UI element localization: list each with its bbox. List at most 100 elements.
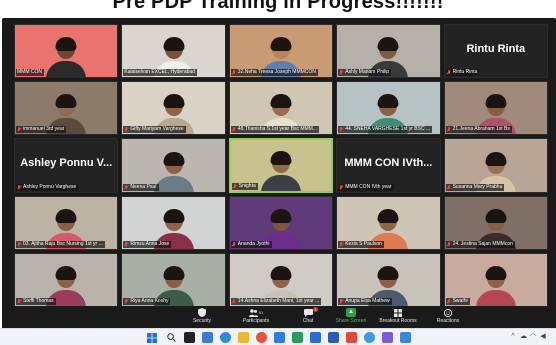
edge-browser-icon[interactable] bbox=[220, 332, 231, 343]
zoom-icon[interactable] bbox=[364, 332, 375, 343]
wifi-icon[interactable]: ◠ bbox=[530, 333, 536, 341]
participant-hair bbox=[270, 37, 292, 52]
participant-tile[interactable]: Anupa Elsa Mathew bbox=[336, 252, 441, 307]
participant-tile[interactable]: 48.Thanisha S.1st year Bsc MMM... bbox=[228, 81, 334, 136]
participant-tile[interactable]: Snighta bbox=[228, 138, 334, 193]
meeting-toolbar: Security 51 Participants 1 Chat ▲ Share … bbox=[2, 306, 556, 328]
banner-title: Pre PDP Training in Progress!!!!!!! bbox=[112, 0, 444, 13]
app-icon[interactable] bbox=[292, 332, 303, 343]
mic-muted-icon bbox=[124, 127, 128, 132]
widgets-icon[interactable] bbox=[202, 332, 213, 343]
chrome-icon[interactable] bbox=[256, 332, 267, 343]
volume-icon[interactable]: ◀ bbox=[540, 333, 546, 341]
cloud-icon[interactable]: ☁ bbox=[520, 333, 527, 341]
participant-name: 21.Jeena Abraham 1st Bs bbox=[452, 126, 510, 133]
mic-muted-icon bbox=[232, 127, 236, 132]
mic-muted-icon bbox=[447, 70, 451, 75]
participant-tile[interactable]: Neena Paul bbox=[121, 138, 226, 193]
participant-tile[interactable]: Susanna Mary Prabhu bbox=[443, 138, 548, 193]
participant-name-label: Rintu Rinta bbox=[445, 69, 480, 77]
participant-tile[interactable]: Riya Anna Koshy bbox=[121, 252, 226, 307]
mic-muted-icon bbox=[232, 70, 236, 75]
mic-muted-icon bbox=[17, 298, 21, 304]
file-explorer-icon[interactable] bbox=[238, 332, 249, 343]
mic-muted-icon bbox=[447, 184, 451, 190]
participant-hair bbox=[377, 94, 399, 109]
mail-icon[interactable] bbox=[310, 332, 321, 343]
participant-name-label: 44. SNEHA VARGHESE 1st yr BSC ... bbox=[338, 126, 433, 134]
participant-name-label: Kezia S Paulson bbox=[338, 240, 384, 248]
participant-tile[interactable]: MMM CON IVth... MMM CON IVth year bbox=[336, 138, 441, 193]
participant-tile[interactable]: 14.Ashna Elizabeth Mani, 1st year ... bbox=[228, 252, 334, 307]
mic-muted-icon bbox=[124, 298, 128, 304]
participant-hair bbox=[485, 265, 507, 280]
participant-hair bbox=[485, 94, 507, 109]
store-icon[interactable] bbox=[274, 332, 285, 343]
participant-name: Steffi Thomas bbox=[23, 297, 54, 304]
participant-name: 03. Ajitha Raju Bsc Nursing 1st yr ... bbox=[23, 240, 103, 247]
participant-name-label: Riya Anna Koshy bbox=[123, 297, 171, 305]
task-view-icon[interactable] bbox=[184, 332, 195, 343]
participant-name: immanuel 3rd year bbox=[23, 126, 65, 133]
security-button[interactable]: Security bbox=[174, 308, 230, 328]
participant-name-label: Rimsu Anna Jose bbox=[123, 240, 172, 248]
participant-name-label: Neena Paul bbox=[123, 183, 159, 191]
participant-hair bbox=[55, 208, 77, 223]
participant-tile[interactable]: Ashley Ponnu V... Ashley Ponnu Varghese bbox=[14, 138, 119, 193]
participant-tile[interactable]: Ashly Mariam Philip bbox=[336, 24, 441, 79]
mic-muted-icon bbox=[17, 184, 21, 190]
participant-tile[interactable]: 03. Ajitha Raju Bsc Nursing 1st yr ... bbox=[14, 195, 119, 250]
participant-hair bbox=[55, 94, 77, 109]
participants-button[interactable]: 51 Participants bbox=[228, 308, 284, 328]
participant-tile[interactable]: 21.Jeena Abraham 1st Bs bbox=[443, 81, 548, 136]
participant-name: Neena Paul bbox=[130, 183, 157, 190]
windows-start-icon[interactable] bbox=[146, 332, 157, 343]
participant-tile[interactable]: Gifty Mariyam Varghese bbox=[121, 81, 226, 136]
participant-tile[interactable]: Rimsu Anna Jose bbox=[121, 195, 226, 250]
participant-tile[interactable]: Ananda Jyothi bbox=[228, 195, 334, 250]
participants-count: 51 bbox=[258, 310, 264, 315]
participant-hair bbox=[270, 94, 292, 109]
participant-tile[interactable]: Kezia S Paulson bbox=[336, 195, 441, 250]
participant-tile[interactable]: Swathi bbox=[443, 252, 548, 307]
share-screen-icon: ▲ bbox=[346, 308, 356, 317]
word-icon[interactable] bbox=[328, 332, 339, 343]
search-icon[interactable] bbox=[166, 332, 177, 343]
participants-label: Participants bbox=[242, 318, 270, 324]
participant-name: MMM CON bbox=[17, 69, 42, 76]
participant-name: 48.Thanisha S.1st year Bsc MMM... bbox=[237, 126, 317, 133]
participant-hair bbox=[163, 94, 185, 109]
shield-icon bbox=[198, 308, 207, 317]
participant-video bbox=[153, 151, 194, 192]
chevron-up-icon[interactable]: ^ bbox=[510, 333, 516, 341]
participant-tile[interactable]: Steffi Thomas bbox=[14, 252, 119, 307]
participant-hair bbox=[163, 37, 185, 52]
breakout-rooms-button[interactable]: Breakout Rooms bbox=[370, 308, 426, 328]
mic-muted-icon bbox=[339, 127, 343, 132]
participant-tile[interactable]: 24. Jestina Sajan MMMcon bbox=[443, 195, 548, 250]
participant-hair bbox=[163, 151, 185, 166]
participant-name-label: Ashley Ponnu Varghese bbox=[16, 183, 79, 191]
participant-name-label: Susanna Mary Prabhu bbox=[445, 183, 505, 191]
participant-name-label: 03. Ajitha Raju Bsc Nursing 1st yr ... bbox=[16, 240, 105, 248]
participant-hair bbox=[163, 265, 185, 280]
participant-tile[interactable]: 32.Neha Treesa Joseph MMMCON bbox=[228, 24, 334, 79]
participant-tile[interactable]: Kalaiselvan EXCEL, Hyderabad bbox=[121, 24, 226, 79]
powerpoint-icon[interactable] bbox=[346, 332, 357, 343]
participant-tile[interactable]: immanuel 3rd year bbox=[14, 81, 119, 136]
participant-body bbox=[260, 174, 301, 191]
participant-body bbox=[475, 289, 516, 306]
reactions-button[interactable]: Reactions bbox=[420, 308, 476, 328]
participant-tile[interactable]: MMM CON bbox=[14, 24, 119, 79]
mic-muted-icon bbox=[447, 127, 451, 132]
mic-muted-icon bbox=[339, 241, 343, 247]
participant-name-label: Gifty Mariyam Varghese bbox=[123, 126, 186, 134]
participant-display-name: Rintu Rinta bbox=[466, 42, 526, 55]
participant-name-label: immanuel 3rd year bbox=[16, 126, 67, 134]
participant-name: Kezia S Paulson bbox=[345, 240, 382, 247]
participant-tile[interactable]: Rintu Rinta Rintu Rinta bbox=[443, 24, 548, 79]
participant-name: 44. SNEHA VARGHESE 1st yr BSC ... bbox=[345, 126, 431, 133]
app-icon-2[interactable] bbox=[400, 332, 411, 343]
teams-icon[interactable] bbox=[382, 332, 393, 343]
participant-tile[interactable]: 44. SNEHA VARGHESE 1st yr BSC ... bbox=[336, 81, 441, 136]
